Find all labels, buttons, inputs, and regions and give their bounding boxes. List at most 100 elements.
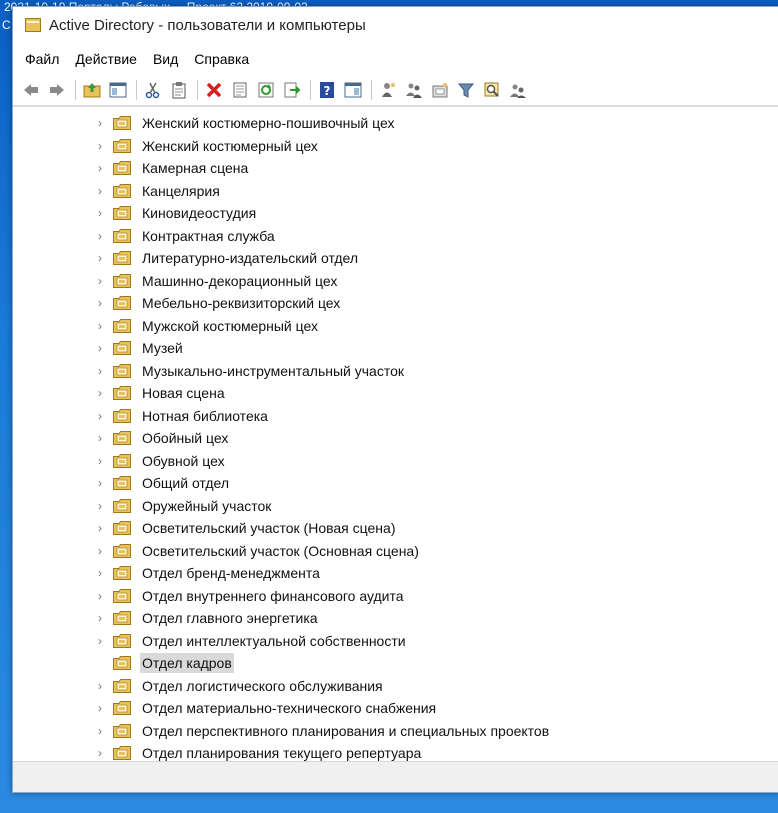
- menu-view[interactable]: Вид: [145, 43, 186, 75]
- title-bar[interactable]: Active Directory - пользователи и компью…: [13, 7, 778, 43]
- tree-item-label: Осветительский участок (Основная сцена): [142, 542, 419, 559]
- ou-folder-icon: [113, 183, 131, 198]
- back-icon[interactable]: [19, 79, 43, 101]
- new-group-icon[interactable]: [402, 79, 426, 101]
- tree-item[interactable]: › Контрактная служба: [13, 225, 778, 247]
- chevron-right-icon[interactable]: ›: [95, 274, 105, 288]
- tree-item[interactable]: › Мебельно-реквизиторский цех: [13, 292, 778, 314]
- tree-item[interactable]: › Общий отдел: [13, 472, 778, 494]
- tree-item[interactable]: › Канцелярия: [13, 180, 778, 202]
- ou-folder-icon: [113, 251, 131, 265]
- chevron-right-icon[interactable]: ›: [95, 386, 105, 400]
- chevron-right-icon[interactable]: ›: [95, 206, 105, 220]
- show-hide-tree-icon[interactable]: [106, 79, 130, 101]
- toolbar-separator: [310, 80, 311, 100]
- tree-item[interactable]: › Отдел бренд-менеджмента: [13, 562, 778, 584]
- tree-item[interactable]: › Отдел планирования текущего репертуара: [13, 742, 778, 763]
- tree-item[interactable]: › Нотная библиотека: [13, 405, 778, 427]
- tree-item-label: Новая сцена: [142, 385, 225, 401]
- ou-folder-icon: [113, 161, 131, 175]
- chevron-right-icon[interactable]: ›: [95, 409, 105, 423]
- tree-item[interactable]: › Мужской костюмерный цех: [13, 315, 778, 337]
- chevron-right-icon[interactable]: ›: [95, 139, 105, 153]
- tree-item[interactable]: › Киновидеостудия: [13, 202, 778, 224]
- chevron-right-icon[interactable]: ›: [95, 589, 105, 603]
- properties-icon[interactable]: [228, 79, 252, 101]
- toolbar-separator: [136, 80, 137, 100]
- action-pane-icon[interactable]: [341, 79, 365, 101]
- menu-action[interactable]: Действие: [67, 43, 145, 75]
- tree-item[interactable]: › Камерная сцена: [13, 157, 778, 179]
- chevron-right-icon[interactable]: ›: [95, 611, 105, 625]
- tree-item[interactable]: › Отдел внутреннего финансового аудита: [13, 585, 778, 607]
- tree-item-label: Нотная библиотека: [142, 407, 268, 424]
- tree-item[interactable]: Отдел кадров: [13, 652, 778, 674]
- tree-item[interactable]: › Музыкально-инструментальный участок: [13, 360, 778, 382]
- export-icon[interactable]: [280, 79, 304, 101]
- tree-item-label: Камерная сцена: [142, 160, 249, 176]
- chevron-right-icon[interactable]: ›: [95, 724, 105, 738]
- chevron-right-icon[interactable]: ›: [95, 499, 105, 513]
- filter-icon[interactable]: [454, 79, 478, 101]
- toolbar-separator: [197, 80, 198, 100]
- ou-folder-icon: [113, 701, 131, 715]
- chevron-right-icon[interactable]: ›: [95, 251, 105, 265]
- chevron-right-icon[interactable]: ›: [95, 431, 105, 445]
- delete-icon[interactable]: [202, 79, 226, 101]
- tree-item[interactable]: › Отдел главного энергетика: [13, 607, 778, 629]
- tree-item[interactable]: › Обойный цех: [13, 427, 778, 449]
- tree-view[interactable]: › Женский костюмерно-пошивочный цех › Женск…: [13, 106, 778, 763]
- menu-help[interactable]: Справка: [186, 43, 257, 75]
- find-icon[interactable]: [480, 79, 504, 101]
- tree-item[interactable]: › Женский костюмерно-пошивочный цех: [13, 112, 778, 134]
- tree-item[interactable]: › Отдел перспективного планирования и спе…: [13, 720, 778, 742]
- new-user-icon[interactable]: [376, 79, 400, 101]
- tree-item[interactable]: › Обувной цех: [13, 450, 778, 472]
- tree-item-label: Контрактная служба: [142, 227, 275, 244]
- copy-icon[interactable]: [167, 79, 191, 101]
- chevron-right-icon[interactable]: ›: [95, 679, 105, 693]
- tree-item[interactable]: › Отдел логистического обслуживания: [13, 675, 778, 697]
- tree-item[interactable]: › Отдел материально-технического снабжени…: [13, 697, 778, 719]
- chevron-right-icon[interactable]: ›: [95, 521, 105, 535]
- help-icon[interactable]: ?: [315, 79, 339, 101]
- chevron-right-icon[interactable]: ›: [95, 319, 105, 333]
- chevron-right-icon[interactable]: ›: [95, 184, 105, 198]
- tree-item-label: Отдел материально-технического снабжения: [142, 700, 437, 716]
- chevron-right-icon[interactable]: ›: [95, 364, 105, 378]
- forward-icon[interactable]: [45, 79, 69, 101]
- menu-file[interactable]: Файл: [17, 43, 67, 75]
- tree-item[interactable]: › Машинно-декорационный цех: [13, 270, 778, 292]
- tree-item[interactable]: › Осветительский участок (Новая сцена): [13, 517, 778, 539]
- tree-item[interactable]: › Музей: [13, 337, 778, 359]
- tree-item[interactable]: › Оружейный участок: [13, 495, 778, 517]
- ou-folder-icon: [113, 633, 131, 648]
- tree-item[interactable]: › Новая сцена: [13, 382, 778, 404]
- chevron-right-icon[interactable]: ›: [95, 701, 105, 715]
- chevron-right-icon[interactable]: ›: [95, 161, 105, 175]
- refresh-icon[interactable]: [254, 79, 278, 101]
- tree-item[interactable]: › Осветительский участок (Основная сцена): [13, 540, 778, 562]
- tree-item-label: Мебельно-реквизиторский цех: [142, 295, 341, 311]
- ou-folder-icon: [113, 611, 131, 625]
- cut-icon[interactable]: [141, 79, 165, 101]
- tree-item-label: Осветительский участок (Новая сцена): [142, 520, 396, 536]
- chevron-right-icon[interactable]: ›: [95, 566, 105, 580]
- chevron-right-icon[interactable]: ›: [95, 296, 105, 310]
- tree-item[interactable]: › Литературно-издательский отдел: [13, 247, 778, 269]
- new-ou-icon[interactable]: [428, 79, 452, 101]
- ou-folder-icon: [113, 273, 131, 288]
- chevron-right-icon[interactable]: ›: [95, 454, 105, 468]
- chevron-right-icon[interactable]: ›: [95, 476, 105, 490]
- ou-folder-icon: [113, 566, 131, 580]
- chevron-right-icon[interactable]: ›: [95, 746, 105, 760]
- chevron-right-icon[interactable]: ›: [95, 544, 105, 558]
- add-to-group-icon[interactable]: [506, 79, 530, 101]
- up-folder-icon[interactable]: [80, 79, 104, 101]
- tree-item[interactable]: › Женский костюмерный цех: [13, 135, 778, 157]
- chevron-right-icon[interactable]: ›: [95, 116, 105, 130]
- chevron-right-icon[interactable]: ›: [95, 229, 105, 243]
- chevron-right-icon[interactable]: ›: [95, 341, 105, 355]
- tree-item[interactable]: › Отдел интеллектуальной собственности: [13, 630, 778, 652]
- chevron-right-icon[interactable]: ›: [95, 634, 105, 648]
